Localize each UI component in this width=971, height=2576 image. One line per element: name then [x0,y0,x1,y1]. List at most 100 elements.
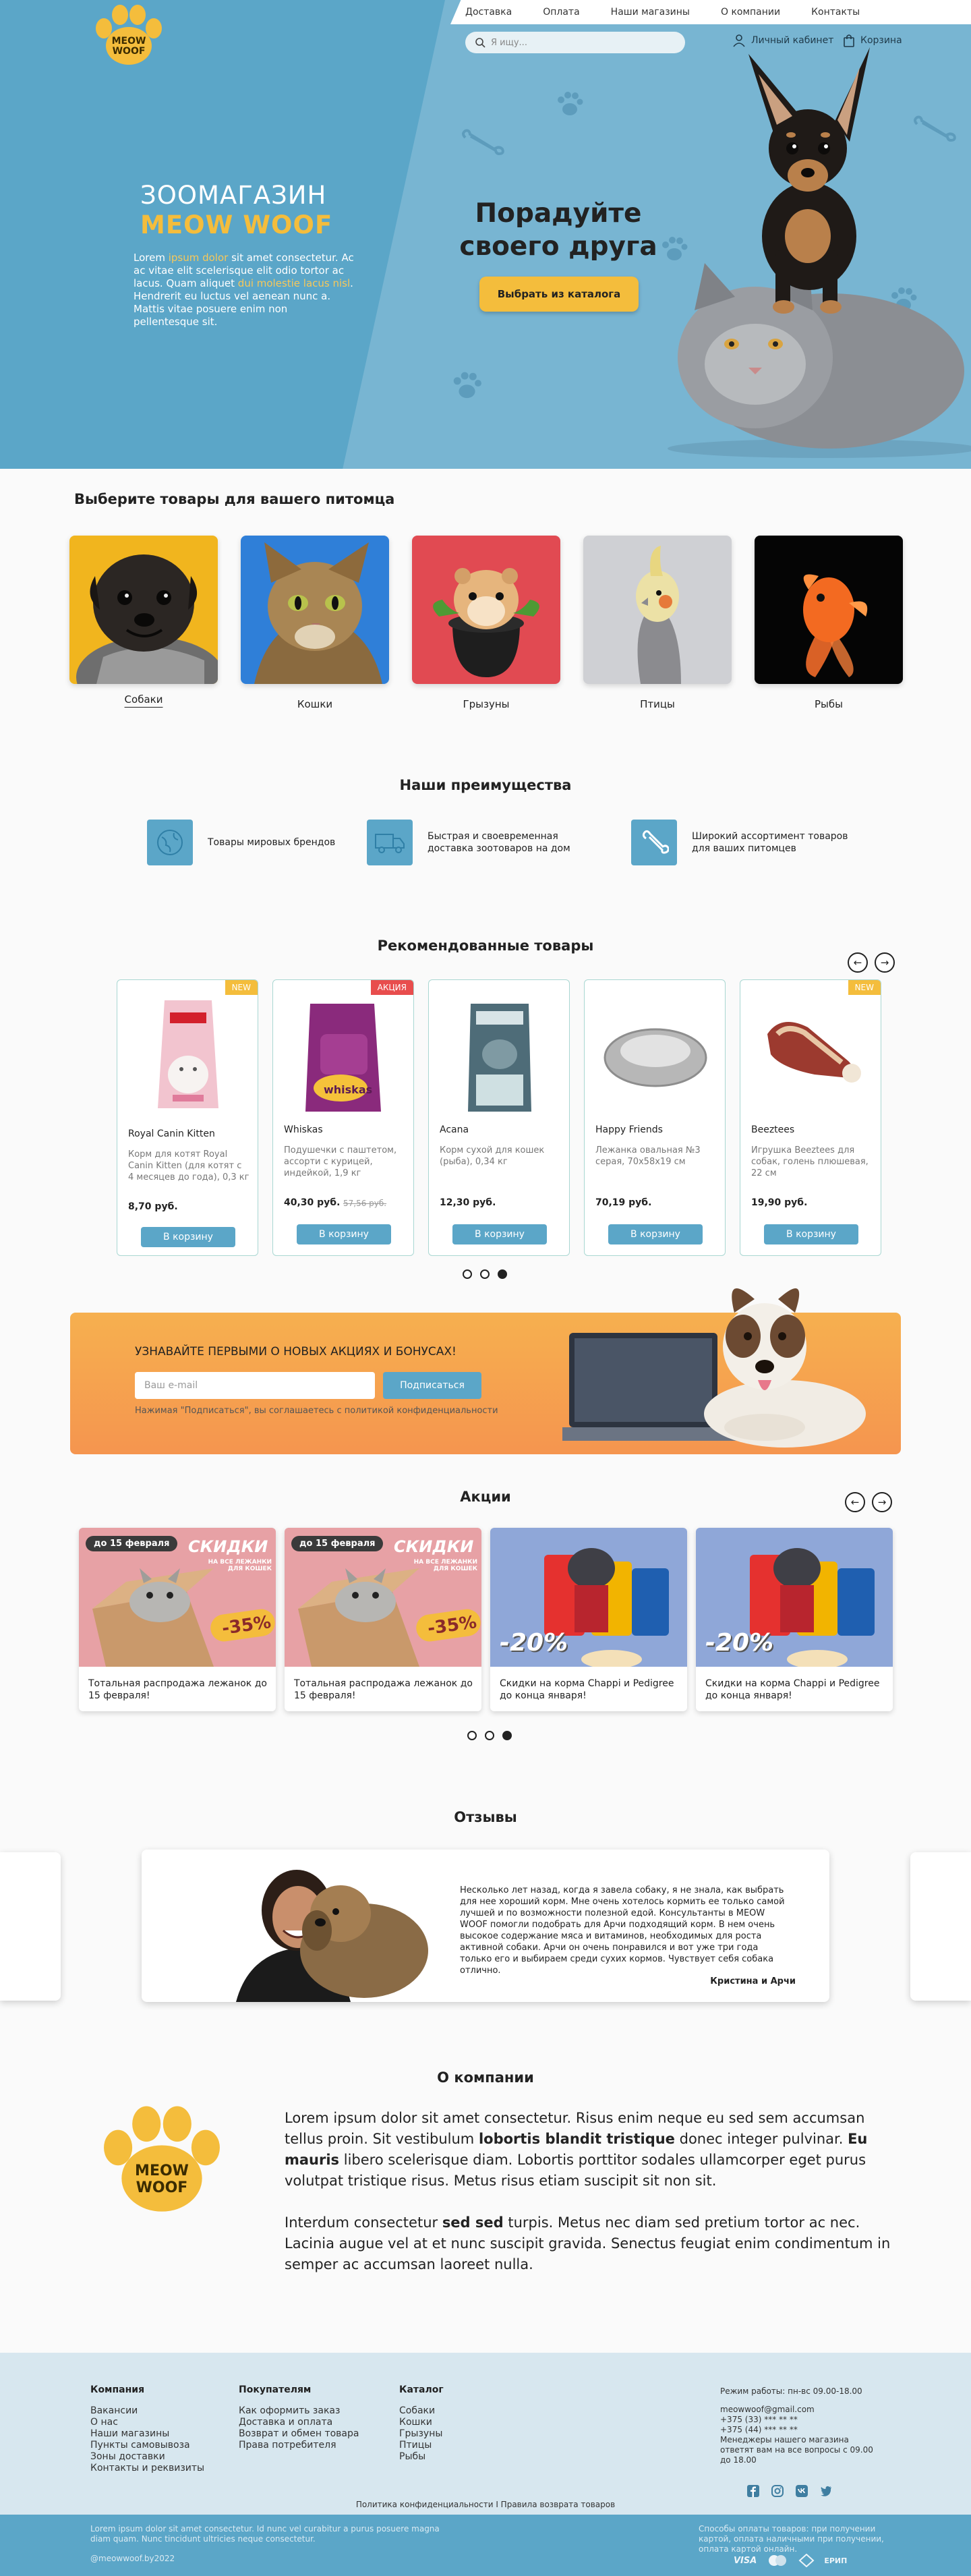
sale-description: Тотальная распродажа лежанок до 15 февра… [88,1678,267,1701]
nav-link-about[interactable]: О компании [721,7,780,18]
acana-product-image [468,1004,531,1112]
logo-line-1: MEOW [135,2163,189,2179]
footer-link[interactable]: Кошки [399,2417,444,2428]
footer-email[interactable]: meowwoof@gmail.com [720,2405,882,2415]
nav-link-payment[interactable]: Оплата [543,7,579,18]
sale-date-tag: до 15 февраля [86,1536,178,1551]
sale-card[interactable]: до 15 февраля СКИДКИ НА ВСЕ ЛЕЖАНКИ ДЛЯ … [79,1528,276,1711]
footer-link[interactable]: Грызуны [399,2428,444,2440]
email-input[interactable] [135,1372,375,1399]
catalog-button[interactable]: Выбрать из каталога [479,277,639,312]
sales-next-button[interactable]: → [872,1492,892,1512]
category-dogs-card[interactable] [69,536,218,684]
pagination-dot[interactable] [467,1731,477,1740]
sale-card[interactable]: -20% Скидки на корма Chappi и Pedigree д… [696,1528,893,1711]
hamster-photo [433,568,539,677]
footer-link[interactable]: Доставка и оплата [239,2417,359,2428]
product-description: Лежанка овальная №3 серая, 70х58х19 см [595,1145,701,1167]
product-badge: NEW [225,980,258,995]
pagination-dot-active[interactable] [498,1269,507,1279]
footer-link[interactable]: Возврат и обмен товара [239,2428,359,2440]
category-birds-label[interactable]: Птицы [583,698,732,710]
search-bar[interactable] [465,32,685,53]
category-birds-card[interactable] [583,536,732,684]
logo-line-1: MEOW [111,36,146,47]
category-fish-label[interactable]: Рыбы [755,698,903,710]
footer-link[interactable]: Наши магазины [90,2428,204,2440]
pagination-dot[interactable] [480,1269,490,1279]
advantage-text: Товары мировых брендов [208,837,336,848]
sale-card[interactable]: -20% Скидки на корма Chappi и Pedigree д… [490,1528,687,1711]
nav-link-delivery[interactable]: Доставка [465,7,512,18]
sale-card[interactable]: до 15 февраля СКИДКИ НА ВСЕ ЛЕЖАНКИ ДЛЯ … [285,1528,481,1711]
account-link[interactable]: Личный кабинет [732,34,833,47]
product-card[interactable]: NEW Beeztees Игрушка Beeztees для собак,… [740,979,881,1256]
pagination-dot-active[interactable] [502,1731,512,1740]
product-card[interactable]: Acana Корм сухой для кошек (рыба), 0,34 … [428,979,570,1256]
logo[interactable]: MEOW WOOF [90,4,167,69]
product-card[interactable]: Happy Friends Лежанка овальная №3 серая,… [584,979,726,1256]
pug-photo [76,554,218,684]
facebook-icon[interactable] [747,2485,759,2497]
search-input[interactable] [491,37,673,48]
categories-title-bold: для вашего питомца [224,491,395,507]
footer-link[interactable]: О нас [90,2417,204,2428]
advantage-item: Товары мировых брендов [147,820,370,865]
footer-link[interactable]: Как оформить заказ [239,2405,359,2417]
footer-link[interactable]: Птицы [399,2440,444,2451]
add-to-cart-button[interactable]: В корзину [452,1224,547,1244]
footer-link[interactable]: Контакты и реквизиты [90,2463,204,2474]
recommended-prev-button[interactable]: ← [848,952,868,973]
categories-title: Выберите товары для вашего питомца [74,491,394,507]
category-rodents-card[interactable] [412,536,560,684]
footer-link[interactable]: Пункты самовывоза [90,2440,204,2451]
category-rodents-label[interactable]: Грызуны [412,698,560,710]
advantage-item: Быстрая и своевременная доставка зоотова… [367,820,589,865]
product-badge: NEW [848,980,881,995]
add-to-cart-button[interactable]: В корзину [297,1224,391,1244]
subscribe-button[interactable]: Подписаться [383,1372,481,1399]
product-description: Корм для котят Royal Canin Kitten (для к… [128,1149,249,1182]
categories-title-plain: Выберите товары [74,491,225,507]
recommended-next-button[interactable]: → [875,952,895,973]
category-cats-label[interactable]: Кошки [241,698,389,710]
category-cats-card[interactable] [241,536,389,684]
instagram-icon[interactable] [771,2485,784,2497]
arrow-right-icon: → [880,956,889,969]
pagination-dot[interactable] [463,1269,472,1279]
footer-link[interactable]: Собаки [399,2405,444,2417]
twitter-icon[interactable] [820,2485,832,2497]
category-fish-card[interactable] [755,536,903,684]
add-to-cart-button[interactable]: В корзину [608,1224,703,1244]
footer-policy-links[interactable]: Политика конфиденциальности I Правила во… [0,2500,971,2509]
page: Доставка Оплата Наши магазины О компании… [0,0,971,2576]
footer-link[interactable]: Права потребителя [239,2440,359,2451]
footer-link[interactable]: Вакансии [90,2405,204,2417]
footer-column-company: Компания Вакансии О нас Наши магазины Пу… [90,2384,204,2474]
about-paragraph-2: Interdum consectetur sed sed turpis. Met… [285,2212,895,2275]
social-links [747,2485,832,2497]
sales-prev-button[interactable]: ← [845,1492,865,1512]
product-card[interactable]: whiskas АКЦИЯ Whiskas Подушечки с паштет… [272,979,414,1256]
top-navigation: Доставка Оплата Наши магазины О компании… [450,0,971,24]
product-card[interactable]: NEW Royal Canin Kitten Корм для котят Ro… [117,979,258,1256]
footer-link[interactable]: Рыбы [399,2451,444,2463]
product-price: 40,30 руб. [284,1197,341,1208]
arrow-left-icon: ← [853,956,862,969]
add-to-cart-button[interactable]: В корзину [764,1224,858,1244]
footer-phone[interactable]: +375 (33) *** ** ** [720,2415,882,2425]
cart-link[interactable]: Корзина [843,34,902,47]
pagination-dot[interactable] [485,1731,494,1740]
footer-link[interactable]: Зоны доставки [90,2451,204,2463]
hero: Доставка Оплата Наши магазины О компании… [0,0,971,469]
vk-icon[interactable] [796,2485,808,2497]
add-to-cart-button[interactable]: В корзину [141,1227,235,1247]
review-prev-card[interactable] [0,1852,61,2001]
nav-link-stores[interactable]: Наши магазины [611,7,690,18]
category-dogs-label[interactable]: Собаки [69,693,218,706]
nav-link-contacts[interactable]: Контакты [811,7,860,18]
review-next-card[interactable] [910,1852,971,2001]
footer-phone[interactable]: +375 (44) *** ** ** [720,2425,882,2435]
footer-column-catalog: Каталог Собаки Кошки Грызуны Птицы Рыбы [399,2384,444,2463]
working-hours: Режим работы: пн-вс 09.00-18.00 [720,2386,862,2396]
